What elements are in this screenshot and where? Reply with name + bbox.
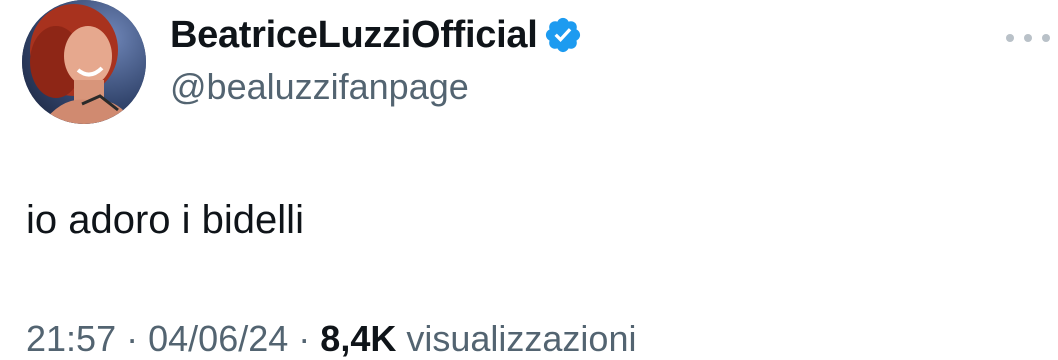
author-handle[interactable]: @bealuzzifanpage [170,66,469,108]
meta-separator: · [126,318,139,359]
tweet-date[interactable]: 04/06/24 [148,318,288,359]
more-dot [1024,34,1032,42]
avatar[interactable] [22,0,146,124]
author-name-row: BeatriceLuzziOfficial [170,12,583,58]
meta-separator: · [298,318,311,359]
tweet-text: io adoro i bidelli [26,198,304,242]
views-label: visualizzazioni [406,318,637,359]
author-display-name[interactable]: BeatriceLuzziOfficial [170,14,538,57]
avatar-image [22,0,146,124]
views-count[interactable]: 8,4K [320,318,396,359]
more-dot [1042,34,1050,42]
tweet: BeatriceLuzziOfficial @bealuzzifanpage i… [0,0,1058,359]
verified-badge-icon [543,15,583,55]
more-dots-icon[interactable] [1006,30,1050,46]
tweet-time[interactable]: 21:57 [26,318,116,359]
tweet-meta: 21:57 · 04/06/24 · 8,4K visualizzazioni [26,318,636,360]
more-dot [1006,34,1014,42]
